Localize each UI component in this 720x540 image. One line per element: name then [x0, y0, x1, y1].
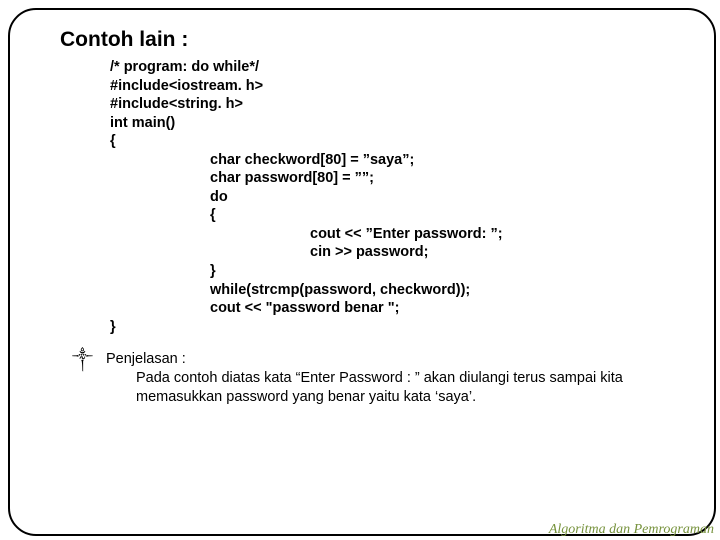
- slide-frame: Contoh lain : /* program: do while*/ #in…: [8, 8, 716, 536]
- code-line: cin >> password;: [310, 243, 694, 262]
- code-line: int main(): [110, 114, 694, 133]
- code-line: char password[80] = ””;: [210, 169, 694, 188]
- code-line: }: [110, 318, 694, 337]
- code-line: {: [210, 206, 694, 225]
- code-block: /* program: do while*/ #include<iostream…: [110, 58, 694, 336]
- code-line: while(strcmp(password, checkword));: [210, 281, 694, 300]
- code-line: #include<string. h>: [110, 95, 694, 114]
- code-line: char checkword[80] = ”saya”;: [210, 151, 694, 170]
- code-line: do: [210, 188, 694, 207]
- explanation-paragraph: Pada contoh diatas kata “Enter Password …: [136, 369, 684, 407]
- explanation-body: Penjelasan : Pada contoh diatas kata “En…: [106, 350, 694, 407]
- code-line: }: [210, 262, 694, 281]
- footer-text: Algoritma dan Pemrograman: [549, 522, 714, 538]
- code-line: /* program: do while*/: [110, 58, 694, 77]
- code-line: cout << "password benar ";: [210, 299, 694, 318]
- explanation-heading: Penjelasan :: [106, 350, 684, 369]
- explanation-block: ༒ Penjelasan : Pada contoh diatas kata “…: [72, 350, 694, 407]
- code-line: {: [110, 132, 694, 151]
- code-line: cout << ”Enter password: ”;: [310, 225, 694, 244]
- slide-title: Contoh lain :: [60, 28, 694, 52]
- code-line: #include<iostream. h>: [110, 77, 694, 96]
- bullet-icon: ༒: [72, 350, 106, 407]
